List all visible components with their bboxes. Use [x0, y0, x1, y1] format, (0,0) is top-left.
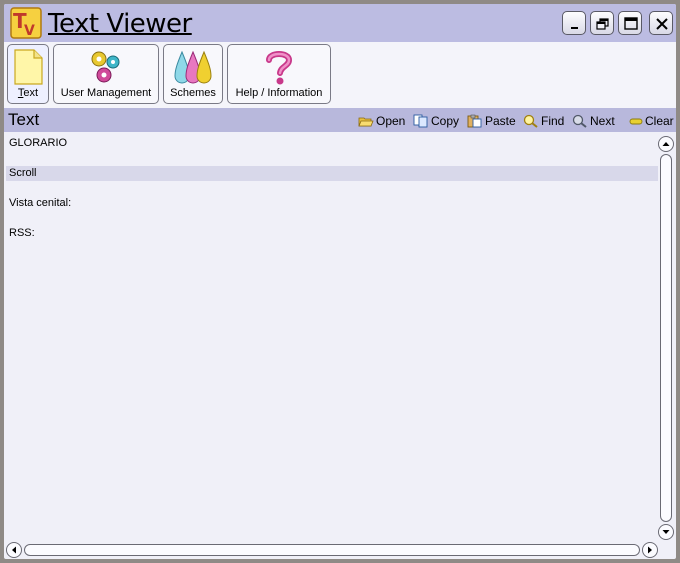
horizontal-scrollbar[interactable] — [6, 542, 658, 558]
next-action[interactable]: Next — [572, 112, 615, 130]
paste-action[interactable]: Paste — [467, 112, 516, 130]
open-label: Open — [376, 114, 406, 128]
main-toolbar: Text User Management Schemes Help / Info… — [4, 42, 676, 108]
paste-icon — [467, 114, 482, 128]
horizontal-scroll-thumb[interactable] — [24, 544, 640, 556]
text-section-header: Text Open Copy Paste Find Next Clear — [4, 108, 676, 132]
text-line: RSS: — [9, 227, 35, 239]
section-title: Text — [8, 110, 40, 129]
scrollbar-corner — [658, 542, 674, 558]
arrow-left-icon — [12, 546, 16, 554]
arrow-right-icon — [648, 546, 652, 554]
text-line-highlighted: Scroll — [6, 166, 658, 181]
text-line — [6, 151, 658, 166]
arrow-down-icon — [662, 530, 670, 534]
copy-label: Copy — [431, 114, 460, 128]
copy-icon — [413, 114, 428, 128]
open-action[interactable]: Open — [358, 112, 405, 130]
restore-button[interactable] — [590, 11, 614, 35]
copy-action[interactable]: Copy — [413, 112, 459, 130]
find-next-icon — [572, 114, 587, 128]
vertical-scrollbar[interactable] — [658, 136, 674, 540]
toolbar-text-button[interactable]: Text — [7, 44, 49, 104]
minimize-icon — [571, 27, 578, 29]
color-drops-icon — [174, 50, 212, 84]
scroll-up-button[interactable] — [658, 136, 674, 152]
scroll-right-button[interactable] — [642, 542, 658, 558]
text-line — [6, 181, 658, 196]
toolbar-help-label: Help / Information — [235, 87, 323, 99]
gears-icon — [91, 51, 120, 83]
vertical-scroll-thumb[interactable] — [660, 154, 672, 522]
maximize-icon — [624, 17, 638, 30]
toolbar-help-button[interactable]: Help / Information — [227, 44, 331, 104]
document-icon — [14, 49, 43, 85]
text-content-area[interactable]: GLORARIO Scroll Vista cenital: RSS: — [6, 132, 658, 540]
title-bar[interactable]: T V Text Viewer — [4, 4, 676, 42]
clear-label: Clear — [645, 114, 674, 128]
scroll-down-button[interactable] — [658, 524, 674, 540]
toolbar-user-management-button[interactable]: User Management — [53, 44, 159, 104]
paste-label: Paste — [485, 114, 516, 128]
folder-open-icon — [358, 117, 374, 127]
arrow-up-icon — [662, 142, 670, 146]
clear-action[interactable]: Clear — [629, 112, 674, 130]
text-line: GLORARIO — [9, 137, 68, 149]
find-label: Find — [541, 114, 565, 128]
next-label: Next — [590, 114, 615, 128]
question-icon — [266, 51, 293, 85]
eraser-icon — [629, 118, 643, 125]
app-logo-icon: T V — [10, 7, 42, 39]
toolbar-schemes-label: Schemes — [170, 87, 216, 99]
maximize-button[interactable] — [618, 11, 642, 35]
text-viewer-window: T V Text Viewer Text User Management Sch… — [0, 0, 680, 563]
toolbar-text-label-rest: ext — [23, 87, 39, 99]
toolbar-text-label: Text — [17, 87, 39, 99]
text-line — [6, 211, 658, 226]
toolbar-schemes-button[interactable]: Schemes — [163, 44, 223, 104]
scroll-left-button[interactable] — [6, 542, 22, 558]
svg-text:V: V — [24, 23, 35, 39]
toolbar-user-management-label: User Management — [60, 87, 152, 99]
window-title: Text Viewer — [48, 9, 192, 39]
close-button[interactable] — [649, 11, 673, 35]
magnifier-icon — [523, 114, 538, 128]
minimize-button[interactable] — [562, 11, 586, 35]
text-line: Vista cenital: — [9, 197, 72, 209]
restore-icon — [596, 18, 609, 30]
find-action[interactable]: Find — [523, 112, 564, 130]
close-icon — [656, 18, 668, 30]
